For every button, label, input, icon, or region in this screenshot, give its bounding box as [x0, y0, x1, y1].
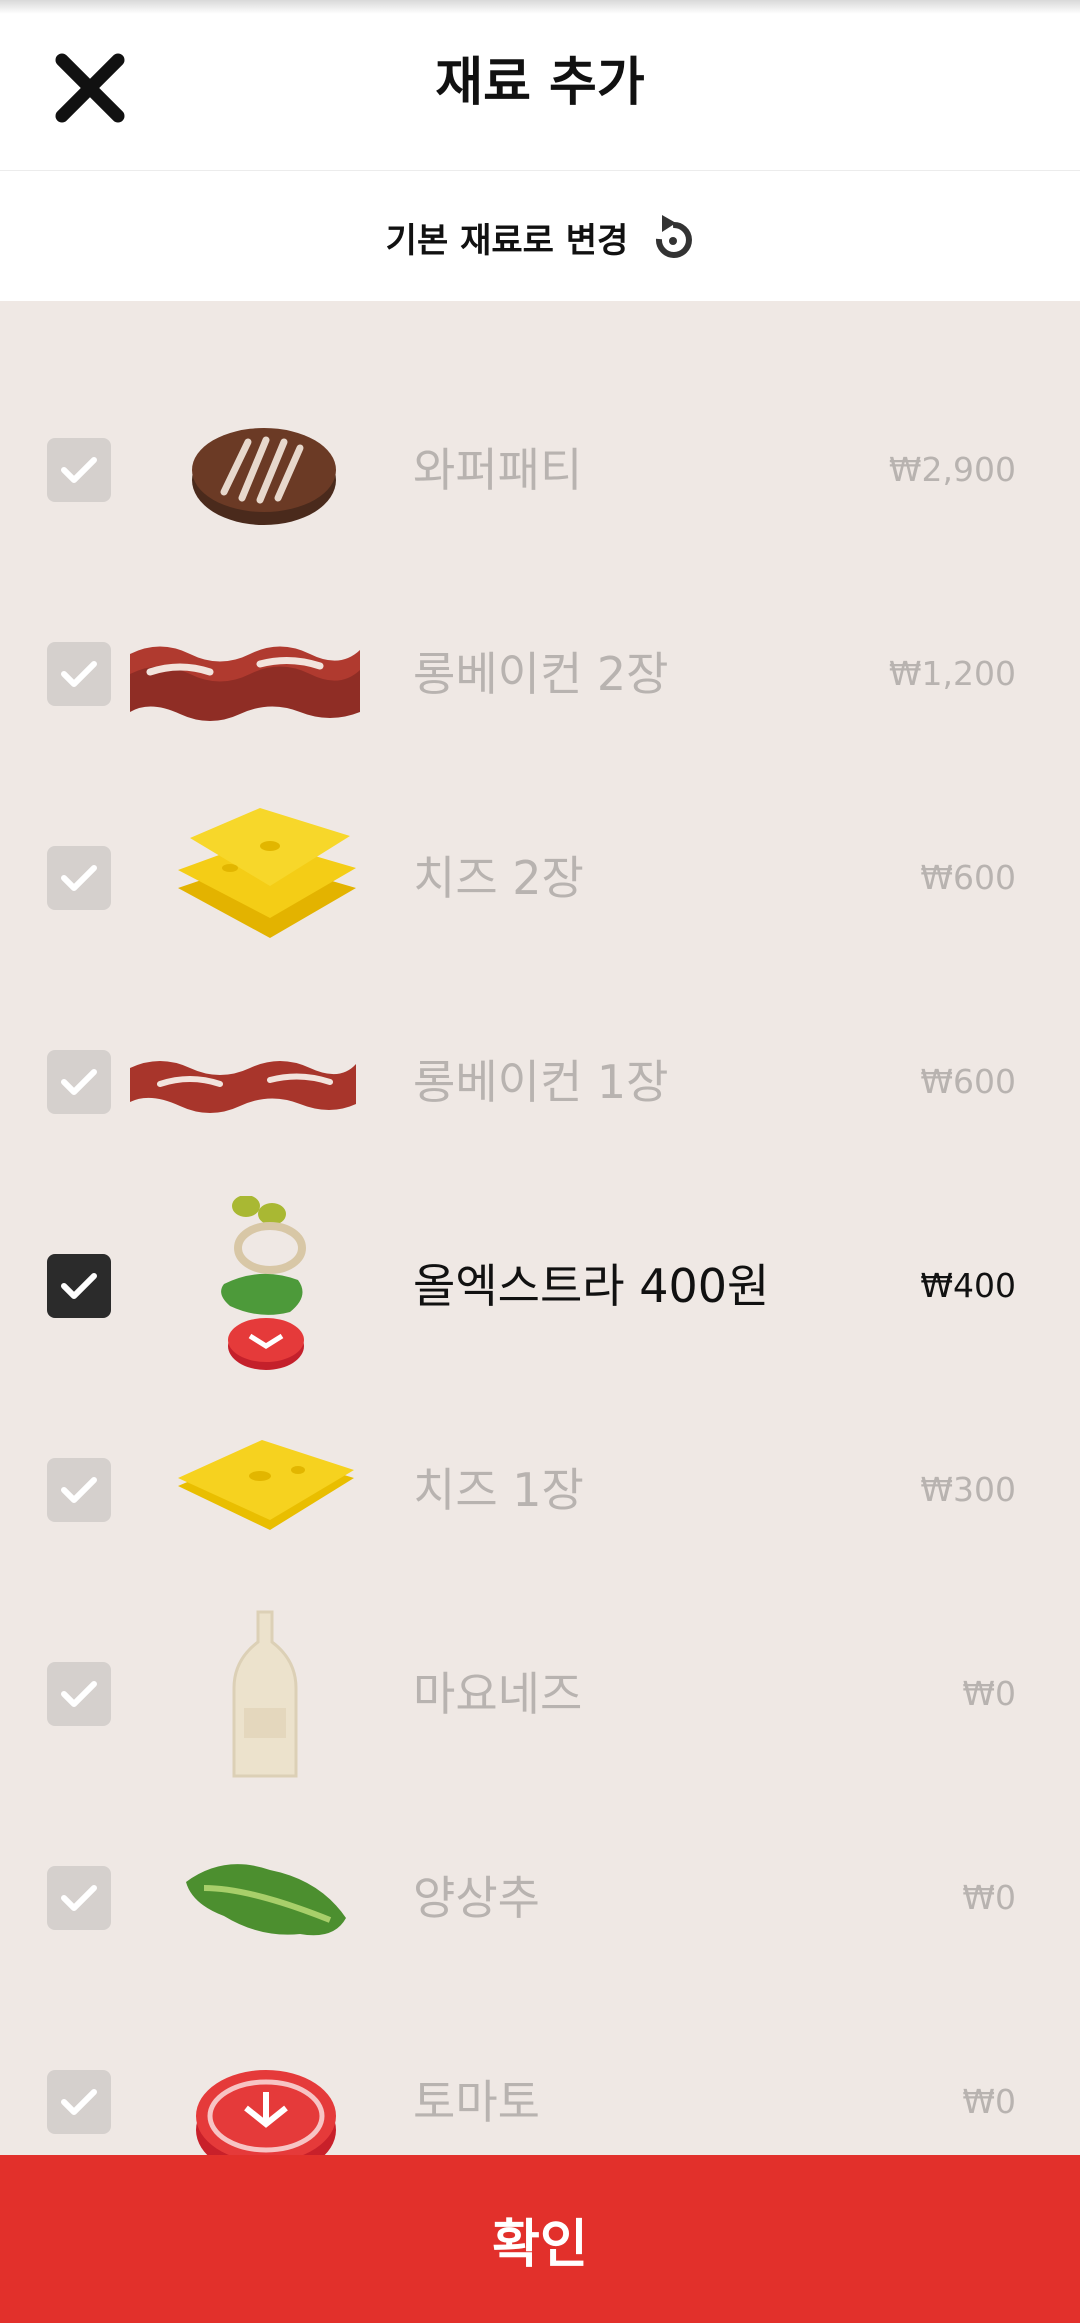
reset-icon — [656, 215, 693, 258]
bacon-icon — [130, 1061, 356, 1113]
ingredient-image — [120, 1604, 410, 1784]
ingredient-image — [120, 2012, 410, 2155]
lettuce-icon — [186, 1864, 346, 1936]
ingredient-image — [120, 1400, 410, 1580]
ingredient-checkbox[interactable] — [47, 1866, 111, 1930]
ingredient-name: 롱베이컨 1장 — [413, 1055, 669, 1109]
ingredient-price: ₩300 — [920, 1470, 1016, 1509]
ingredient-row[interactable]: 롱베이컨 2장 ₩1,200 — [0, 572, 1080, 776]
check-icon — [61, 1885, 97, 1911]
reset-to-default-button[interactable]: 기본 재료로 변경 — [0, 207, 1080, 267]
cheese-icon — [178, 1440, 354, 1530]
check-icon — [61, 1273, 97, 1299]
ingredient-name: 롱베이컨 2장 — [413, 647, 669, 701]
ingredient-checkbox[interactable] — [47, 2070, 111, 2134]
ingredient-name: 토마토 — [413, 2075, 540, 2129]
ingredient-image — [120, 788, 410, 968]
ingredient-name: 올엑스트라 400원 — [413, 1259, 770, 1313]
cheese-double-icon — [178, 808, 356, 938]
check-icon — [61, 2089, 97, 2115]
check-icon — [61, 1069, 97, 1095]
header: 재료 추가 — [0, 0, 1080, 170]
check-icon — [61, 865, 97, 891]
ingredient-row[interactable]: 올엑스트라 400원 ₩400 — [0, 1184, 1080, 1388]
ingredient-row[interactable]: 마요네즈 ₩0 — [0, 1592, 1080, 1796]
reset-bar: 기본 재료로 변경 — [0, 170, 1080, 301]
ingredient-price: ₩600 — [920, 1062, 1016, 1101]
ingredient-image — [120, 380, 410, 560]
ingredient-image — [120, 1808, 410, 1988]
ingredient-checkbox[interactable] — [47, 1662, 111, 1726]
ingredient-price: ₩1,200 — [888, 654, 1016, 693]
confirm-label: 확인 — [492, 2214, 588, 2275]
patty-icon — [192, 428, 336, 525]
ingredient-checkbox[interactable] — [47, 1050, 111, 1114]
ingredient-price: ₩600 — [920, 858, 1016, 897]
all-extra-icon — [221, 1195, 306, 1370]
ingredient-checkbox[interactable] — [47, 1254, 111, 1318]
ingredient-image — [120, 1195, 410, 1376]
bacon-double-icon — [130, 646, 360, 721]
ingredient-price: ₩0 — [962, 1674, 1016, 1713]
status-shadow — [0, 0, 1080, 14]
ingredient-checkbox[interactable] — [47, 642, 111, 706]
tomato-icon — [196, 2070, 336, 2155]
reset-label: 기본 재료로 변경 — [385, 220, 629, 261]
ingredient-name: 치즈 1장 — [413, 1463, 584, 1517]
ingredient-price: ₩2,900 — [888, 450, 1016, 489]
page-title: 재료 추가 — [435, 53, 645, 113]
ingredient-name: 양상추 — [413, 1871, 540, 1925]
ingredient-row[interactable]: 토마토 ₩0 — [0, 2000, 1080, 2155]
ingredient-checkbox[interactable] — [47, 846, 111, 910]
ingredient-image — [120, 584, 410, 764]
ingredient-name: 치즈 2장 — [413, 851, 584, 905]
confirm-button[interactable]: 확인 — [0, 2155, 1080, 2323]
ingredient-list[interactable]: 와퍼패티 ₩2,900 롱베이컨 2장 ₩1,200 치즈 2장 ₩600 롱베… — [0, 300, 1080, 2155]
ingredient-price: ₩400 — [920, 1266, 1016, 1305]
ingredient-image — [120, 992, 410, 1172]
ingredient-price: ₩0 — [962, 2082, 1016, 2121]
check-icon — [61, 1681, 97, 1707]
ingredient-price: ₩0 — [962, 1878, 1016, 1917]
ingredient-row[interactable]: 치즈 1장 ₩300 — [0, 1388, 1080, 1592]
ingredient-checkbox[interactable] — [47, 438, 111, 502]
ingredient-checkbox[interactable] — [47, 1458, 111, 1522]
ingredient-row[interactable]: 와퍼패티 ₩2,900 — [0, 368, 1080, 572]
ingredient-row[interactable]: 롱베이컨 1장 ₩600 — [0, 980, 1080, 1184]
ingredient-name: 마요네즈 — [413, 1667, 583, 1721]
ingredient-row[interactable]: 치즈 2장 ₩600 — [0, 776, 1080, 980]
ingredient-name: 와퍼패티 — [413, 443, 583, 497]
check-icon — [61, 457, 97, 483]
check-icon — [61, 661, 97, 687]
check-icon — [61, 1477, 97, 1503]
ingredient-row[interactable]: 양상추 ₩0 — [0, 1796, 1080, 2000]
mayo-bottle-icon — [232, 1610, 298, 1778]
